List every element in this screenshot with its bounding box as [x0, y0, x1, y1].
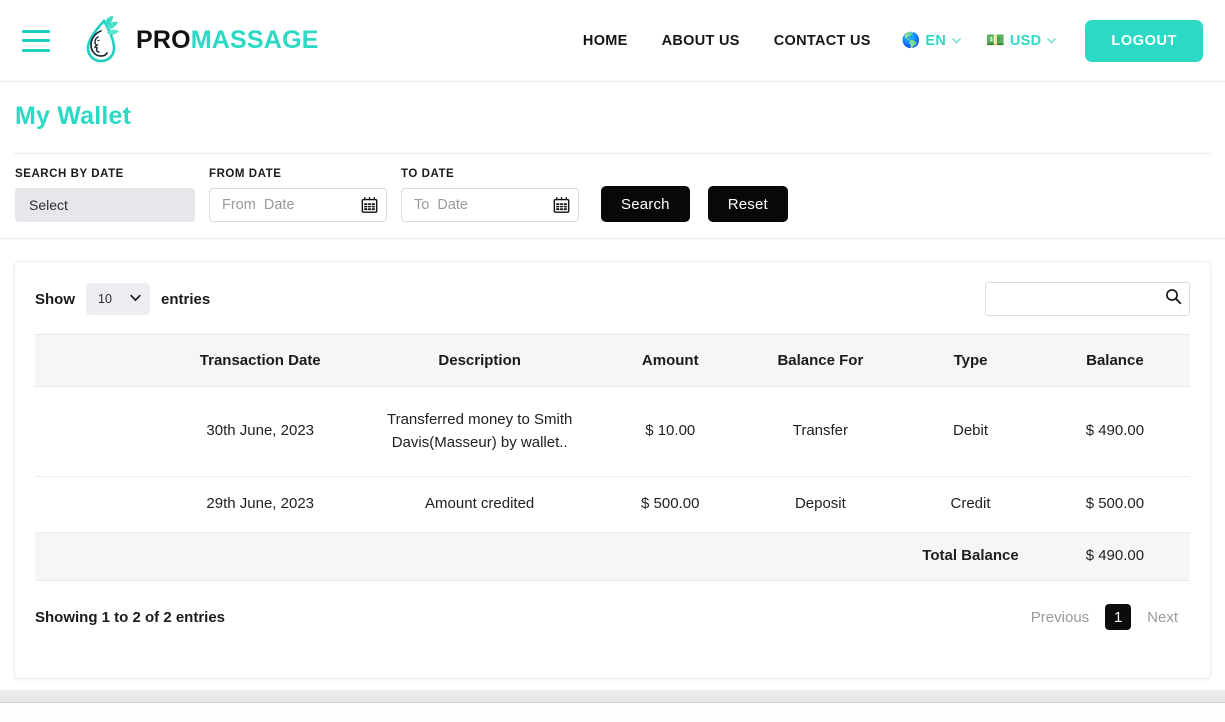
chevron-down-icon	[951, 35, 962, 46]
cell-spacer	[35, 386, 163, 477]
search-icon[interactable]	[1165, 288, 1182, 310]
column-header-type: Type	[901, 334, 1040, 387]
nav-item-about-us[interactable]: ABOUT US	[645, 33, 757, 49]
brand-text-pro: PRO	[136, 26, 191, 54]
cell-transaction-date: 29th June, 2023	[162, 476, 359, 533]
nav-item-home[interactable]: HOME	[566, 33, 645, 49]
money-icon: 💵	[986, 32, 1005, 49]
page-title: My Wallet	[15, 102, 132, 130]
chevron-down-icon	[129, 291, 142, 307]
show-label: Show	[35, 290, 75, 308]
column-header-spacer	[35, 334, 163, 387]
calendar-icon[interactable]	[361, 197, 378, 214]
cell-type: Credit	[901, 476, 1040, 533]
footer-space	[0, 703, 1225, 722]
currency-selector[interactable]: 💵 USD	[972, 33, 1067, 49]
cell-description: Amount credited	[358, 476, 601, 533]
table-search-input[interactable]	[985, 282, 1190, 316]
showing-entries-info: Showing 1 to 2 of 2 entries	[35, 608, 226, 626]
table-header-row: Transaction Date Description Amount Bala…	[35, 334, 1190, 387]
from-date-label: FROM DATE	[209, 168, 282, 180]
brand-logo[interactable]: PROMASSAGE	[74, 15, 319, 67]
from-date-wrapper	[209, 188, 387, 222]
filter-bar: SEARCH BY DATE Select FROM DATE TO DATE	[0, 154, 1225, 239]
cell-empty	[739, 532, 902, 581]
logo-droplet-face-icon	[86, 15, 119, 62]
to-date-label: TO DATE	[401, 168, 455, 180]
language-code: EN	[925, 32, 947, 49]
brand-text: PROMASSAGE	[136, 28, 319, 53]
wallet-table-card: Show 10 entries Transaction Date Descrip…	[14, 261, 1211, 679]
cell-balance: $ 500.00	[1039, 476, 1190, 533]
column-header-description: Description	[358, 334, 601, 387]
hamburger-bar	[22, 39, 50, 42]
to-date-field: TO DATE	[401, 168, 593, 222]
cell-description: Transferred money to Smith Davis(Masseur…	[358, 386, 601, 477]
pagination-next[interactable]: Next	[1135, 603, 1190, 632]
cell-empty	[35, 532, 163, 581]
hamburger-bar	[22, 29, 50, 33]
table-controls: Show 10 entries	[35, 282, 1190, 316]
main-navigation: HOME ABOUT US CONTACT US 🌎 EN 💵 USD LOGO…	[566, 19, 1203, 62]
search-by-date-select[interactable]: Select	[15, 188, 195, 222]
cell-balance: $ 490.00	[1039, 386, 1190, 477]
hamburger-bar	[22, 48, 50, 52]
cell-spacer	[35, 476, 163, 533]
table-footer: Showing 1 to 2 of 2 entries Previous 1 N…	[35, 603, 1190, 632]
brand-text-massage: MASSAGE	[190, 26, 319, 54]
cell-type: Debit	[901, 386, 1040, 477]
hamburger-menu-icon[interactable]	[22, 29, 50, 52]
globe-icon: 🌎	[901, 32, 921, 49]
column-header-amount: Amount	[600, 334, 740, 387]
pagination: Previous 1 Next	[1019, 603, 1190, 632]
total-balance-row: Total Balance $ 490.00	[35, 532, 1190, 581]
calendar-icon[interactable]	[553, 197, 570, 214]
search-button[interactable]: Search	[601, 186, 690, 222]
cell-empty	[162, 532, 359, 581]
cell-empty	[600, 532, 740, 581]
page-length-value: 10	[98, 292, 112, 306]
table-header: Transaction Date Description Amount Bala…	[35, 334, 1190, 387]
site-header: PROMASSAGE HOME ABOUT US CONTACT US 🌎 EN…	[0, 0, 1225, 82]
column-header-transaction-date: Transaction Date	[162, 334, 359, 387]
column-header-balance-for: Balance For	[739, 334, 902, 387]
transactions-table: Transaction Date Description Amount Bala…	[35, 334, 1190, 581]
cell-amount: $ 10.00	[600, 386, 740, 477]
currency-code: USD	[1009, 32, 1042, 49]
reset-button[interactable]: Reset	[707, 186, 788, 222]
chevron-down-icon	[1046, 35, 1057, 46]
cell-balance-for: Transfer	[739, 386, 902, 477]
cell-transaction-date: 30th June, 2023	[162, 386, 359, 477]
cell-empty	[358, 532, 601, 581]
from-date-field: FROM DATE	[209, 168, 401, 222]
bottom-band	[0, 690, 1225, 703]
search-by-date-field: SEARCH BY DATE Select	[15, 168, 195, 222]
cell-amount: $ 500.00	[600, 476, 740, 533]
total-balance-value: $ 490.00	[1039, 532, 1190, 581]
pagination-page-1[interactable]: 1	[1105, 604, 1132, 630]
table-body: 30th June, 2023 Transferred money to Smi…	[35, 386, 1190, 581]
nav-item-contact-us[interactable]: CONTACT US	[757, 33, 888, 49]
entries-label: entries	[161, 290, 211, 308]
page-length-select[interactable]: 10	[86, 283, 150, 315]
language-selector[interactable]: 🌎 EN	[888, 33, 972, 49]
table-row: 29th June, 2023 Amount credited $ 500.00…	[35, 476, 1190, 533]
cell-balance-for: Deposit	[739, 476, 902, 533]
to-date-wrapper	[401, 188, 579, 222]
logout-button[interactable]: LOGOUT	[1085, 19, 1203, 62]
pagination-previous[interactable]: Previous	[1019, 603, 1101, 632]
entries-length-control: Show 10 entries	[35, 283, 210, 315]
total-balance-label: Total Balance	[901, 532, 1040, 581]
column-header-balance: Balance	[1039, 334, 1190, 387]
table-row: 30th June, 2023 Transferred money to Smi…	[35, 386, 1190, 477]
table-search-wrapper	[985, 282, 1190, 316]
search-by-date-label: SEARCH BY DATE	[15, 168, 124, 180]
